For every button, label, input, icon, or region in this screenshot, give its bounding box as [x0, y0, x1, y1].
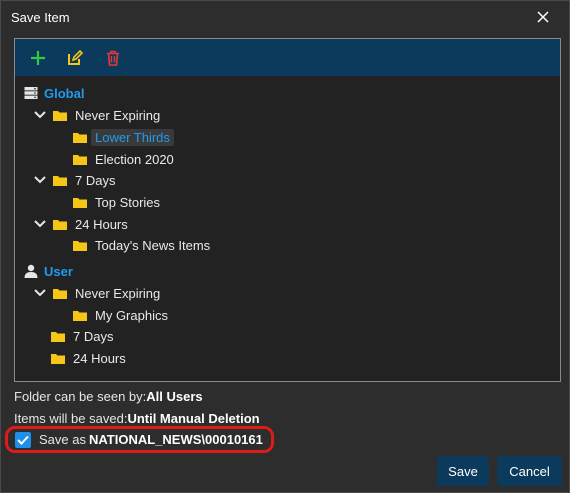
folder-icon: [73, 310, 87, 321]
folder-icon: [73, 132, 87, 143]
chevron-down-icon[interactable]: [33, 286, 47, 300]
folder-panel: Global Never Expiring Lower Thirds Elect…: [14, 38, 561, 382]
chevron-down-icon[interactable]: [33, 217, 47, 231]
tree-item-global-24-hours[interactable]: 24 Hours: [33, 214, 132, 234]
chevron-down-icon[interactable]: [33, 108, 47, 122]
save-button[interactable]: Save: [437, 456, 489, 486]
tree-root-global[interactable]: Global: [24, 83, 84, 103]
folder-icon: [73, 154, 87, 165]
checkmark-icon: [17, 435, 29, 445]
tree-item-label: Today's News Items: [95, 237, 211, 253]
dialog-title: Save Item: [11, 10, 70, 25]
server-icon: [24, 87, 38, 99]
tree-item-lower-thirds[interactable]: Lower Thirds: [73, 127, 174, 147]
folder-icon: [53, 219, 67, 230]
folder-icon: [53, 110, 67, 121]
tree-item-label: 24 Hours: [73, 350, 126, 366]
saved-label: Items will be saved:: [14, 411, 128, 426]
tree-item-user-never-expiring[interactable]: Never Expiring: [33, 283, 164, 303]
save-item-dialog: Save Item Global Never Expiring Lower Th…: [0, 0, 570, 493]
folder-icon: [53, 288, 67, 299]
tree-item-user-24-hours[interactable]: 24 Hours: [51, 348, 130, 368]
plus-icon: [31, 51, 45, 65]
folder-icon: [73, 197, 87, 208]
cancel-button[interactable]: Cancel: [497, 456, 562, 486]
tree-item-label: Never Expiring: [75, 285, 161, 301]
save-as-value: NATIONAL_NEWS\00010161: [89, 432, 263, 447]
tree-root-user[interactable]: User: [24, 261, 73, 281]
delete-folder-button[interactable]: [102, 47, 124, 69]
folder-icon: [73, 240, 87, 251]
tree-item-label: 7 Days: [75, 172, 116, 188]
chevron-down-icon[interactable]: [33, 173, 47, 187]
edit-folder-button[interactable]: [64, 47, 86, 69]
folder-icon: [51, 353, 65, 364]
saved-value: Until Manual Deletion: [127, 411, 260, 426]
close-icon: [537, 11, 549, 23]
add-folder-button[interactable]: [27, 47, 49, 69]
tree-item-label: Election 2020: [95, 151, 174, 167]
tree-item-label: 24 Hours: [75, 216, 128, 232]
trash-icon: [107, 50, 119, 66]
save-as-checkbox[interactable]: [15, 432, 31, 448]
edit-icon: [68, 50, 83, 65]
tree-root-label: User: [44, 263, 73, 279]
tree-item-global-7-days[interactable]: 7 Days: [33, 170, 119, 190]
close-button[interactable]: [532, 6, 554, 28]
title-bar: Save Item: [1, 1, 569, 34]
tree-item-global-never-expiring[interactable]: Never Expiring: [33, 105, 164, 125]
tree-item-label: Never Expiring: [75, 107, 161, 123]
folder-visibility-info: Folder can be seen by:All Users: [14, 389, 203, 404]
folder-icon: [53, 175, 67, 186]
tree-root-label: Global: [44, 85, 85, 101]
tree-item-label: Lower Thirds: [91, 128, 174, 146]
visibility-value: All Users: [146, 389, 203, 404]
visibility-label: Folder can be seen by:: [14, 389, 147, 404]
tree-item-user-7-days[interactable]: 7 Days: [51, 326, 117, 346]
save-as-label: Save as: [39, 432, 86, 447]
tree-item-label: Top Stories: [95, 194, 161, 210]
tree-item-election-2020[interactable]: Election 2020: [73, 149, 178, 169]
tree-item-my-graphics[interactable]: My Graphics: [73, 305, 172, 325]
folder-icon: [51, 331, 65, 342]
tree-item-top-stories[interactable]: Top Stories: [73, 192, 164, 212]
tree-item-todays-news-items[interactable]: Today's News Items: [73, 235, 214, 255]
folder-toolbar: [15, 39, 560, 76]
tree-item-label: My Graphics: [95, 307, 168, 323]
tree-item-label: 7 Days: [73, 328, 114, 344]
save-duration-info: Items will be saved:Until Manual Deletio…: [14, 411, 260, 426]
user-icon: [24, 264, 38, 278]
